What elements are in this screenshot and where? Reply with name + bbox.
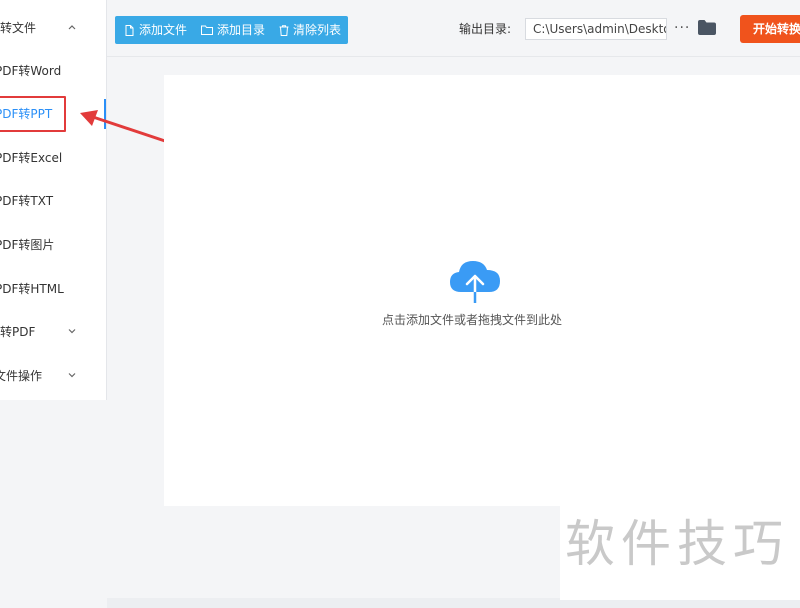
output-dir-label: 输出目录: xyxy=(459,22,512,36)
toolbar: 添加文件 添加目录 清除列表 xyxy=(115,16,348,44)
folder-icon[interactable] xyxy=(698,20,716,35)
sidebar-item-pdf-to-word[interactable]: PDF转Word xyxy=(0,56,106,86)
sidebar-item-label: PDF转Word xyxy=(0,64,62,78)
sidebar-group-convert-file[interactable]: 转文件 xyxy=(0,13,106,43)
file-icon xyxy=(125,25,134,36)
sidebar-item-pdf-to-txt[interactable]: PDF转TXT xyxy=(0,186,106,216)
sidebar-item-label: PDF转TXT xyxy=(0,194,54,208)
sidebar-item-pdf-to-html[interactable]: PDF转HTML xyxy=(0,274,106,304)
add-file-label: 添加文件 xyxy=(139,23,188,37)
chevron-down-icon xyxy=(68,373,76,378)
sidebar-group-label: 文件操作 xyxy=(0,369,43,383)
sidebar-group-label: 转PDF xyxy=(0,325,36,339)
start-convert-button[interactable]: 开始转换 xyxy=(740,15,800,43)
chevron-down-icon xyxy=(68,329,76,334)
sidebar-group-file-ops[interactable]: 文件操作 xyxy=(0,361,106,391)
clear-list-label: 清除列表 xyxy=(293,23,342,37)
cloud-upload-icon[interactable] xyxy=(448,258,502,304)
drop-zone-hint: 点击添加文件或者拖拽文件到此处 xyxy=(382,313,563,327)
sidebar: 转文件 PDF转Word PDF转PPT PDF转Excel PDF转TXT P… xyxy=(0,0,107,400)
highlight-box xyxy=(0,96,66,132)
sidebar-item-pdf-to-image[interactable]: PDF转图片 xyxy=(0,230,106,260)
add-directory-label: 添加目录 xyxy=(217,23,266,37)
sidebar-item-label: PDF转HTML xyxy=(0,282,64,296)
sidebar-group-to-pdf[interactable]: 转PDF xyxy=(0,317,106,347)
folder-outline-icon xyxy=(201,25,213,35)
watermark-text: 软件技巧 xyxy=(565,515,789,573)
trash-icon xyxy=(279,25,289,36)
sidebar-group-label: 转文件 xyxy=(0,21,37,35)
more-options-button[interactable]: ··· xyxy=(674,21,690,35)
chevron-up-icon xyxy=(68,25,76,30)
sidebar-item-label: PDF转Excel xyxy=(0,151,63,165)
output-dir-input[interactable] xyxy=(525,18,667,40)
sidebar-item-label: PDF转图片 xyxy=(0,238,55,252)
